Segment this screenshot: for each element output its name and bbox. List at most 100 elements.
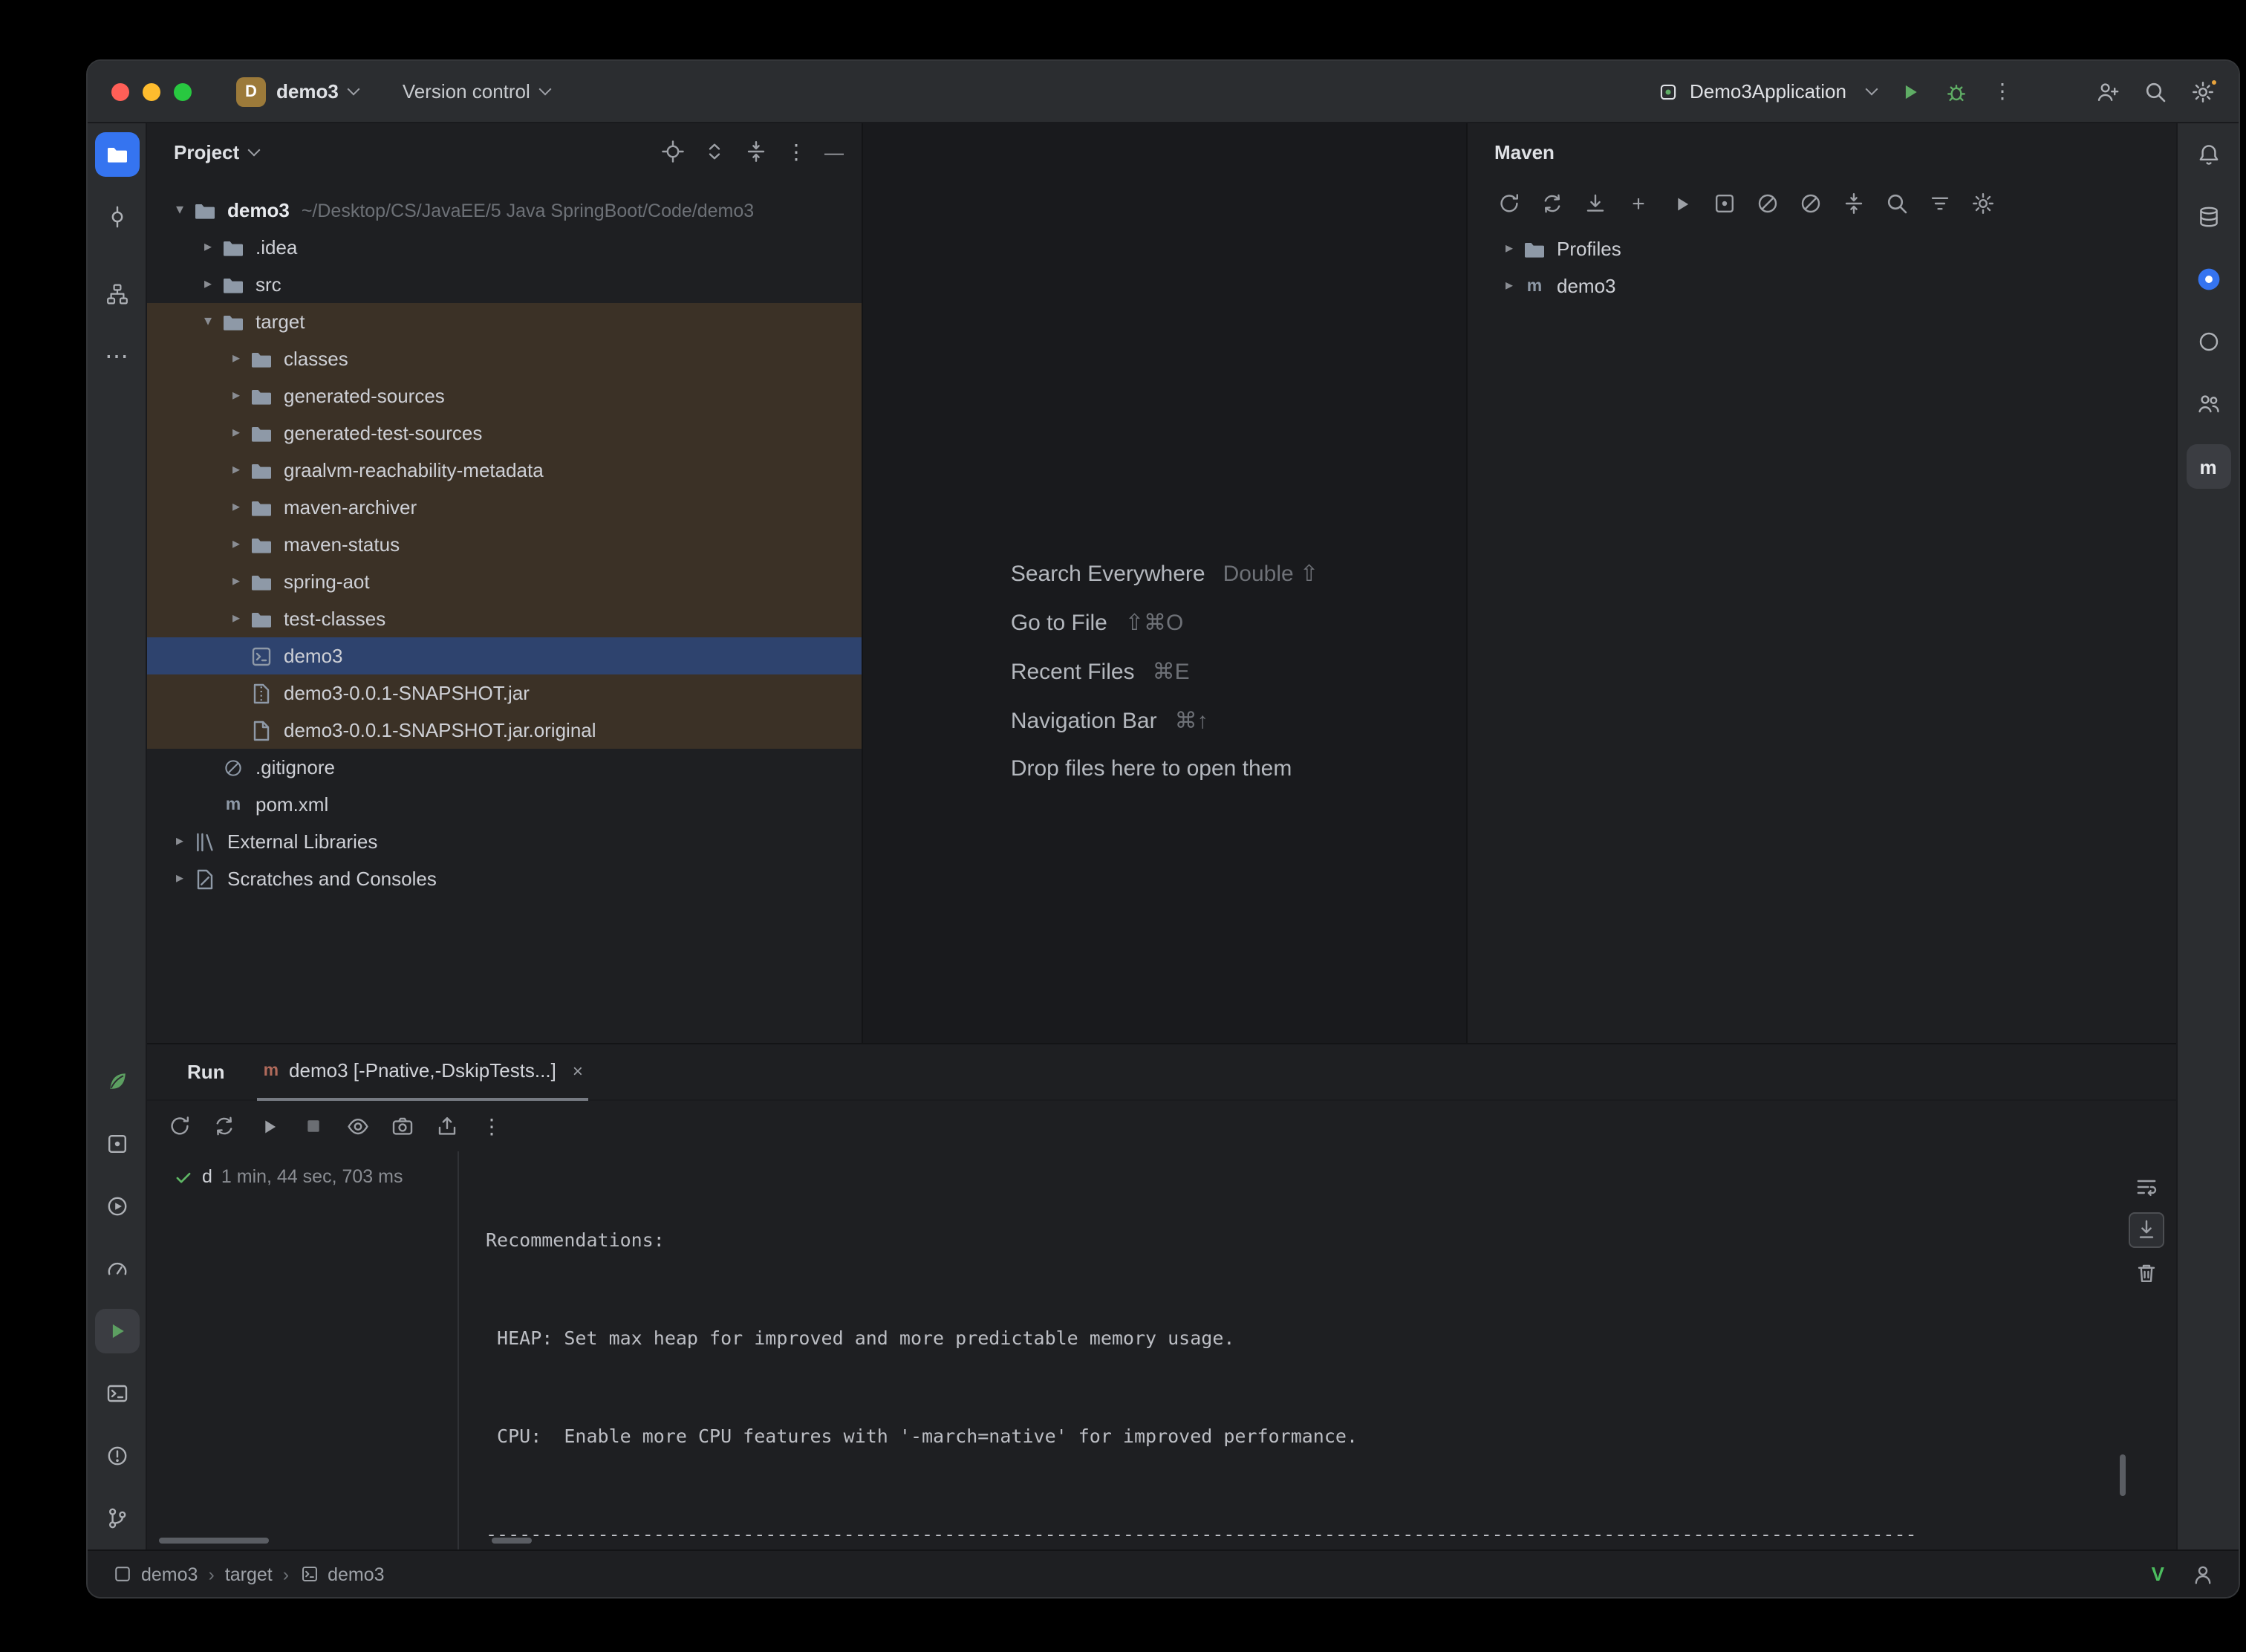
chevron-closed-icon[interactable]: ▸ [168, 871, 192, 887]
tree-item-root[interactable]: ▾ demo3 ~/Desktop/CS/JavaEE/5 Java Sprin… [147, 192, 862, 229]
watch-output-icon[interactable] [340, 1108, 376, 1144]
more-toolwindows-icon[interactable]: ⋯ [94, 334, 139, 379]
chevron-closed-icon[interactable]: ▸ [196, 276, 220, 293]
collapse-all-icon[interactable] [1836, 186, 1872, 221]
database-icon[interactable] [2186, 195, 2230, 239]
soft-wrap-icon[interactable] [2129, 1169, 2164, 1205]
download-sources-icon[interactable] [1578, 186, 1613, 221]
settings-button[interactable] [2191, 77, 2219, 103]
chevron-closed-icon[interactable]: ▸ [224, 462, 248, 478]
ai-assistant-icon[interactable] [2186, 257, 2230, 302]
chevron-closed-icon[interactable]: ▸ [1497, 241, 1521, 257]
tree-item-src[interactable]: ▸ src [147, 266, 862, 303]
chevron-open-icon[interactable]: ▾ [196, 313, 220, 330]
project-panel-title[interactable]: Project [174, 140, 239, 163]
user-status-icon[interactable] [2191, 1562, 2215, 1586]
maven-item-demo3[interactable]: ▸ m demo3 [1468, 267, 2176, 305]
horizontal-scrollbar[interactable] [492, 1538, 532, 1544]
clear-console-icon[interactable] [2129, 1255, 2164, 1291]
run-button[interactable] [1900, 81, 1921, 102]
tree-item-gitignore[interactable]: .gitignore [147, 749, 862, 786]
tree-item-scratches[interactable]: ▸ Scratches and Consoles [147, 860, 862, 897]
project-name-menu[interactable]: demo3 [276, 80, 339, 103]
horizontal-scrollbar[interactable] [159, 1538, 269, 1544]
tree-item-pom-xml[interactable]: m pom.xml [147, 786, 862, 823]
run-toolwindow-icon[interactable] [94, 1309, 139, 1353]
commit-icon[interactable] [94, 195, 139, 239]
tree-item-graalvm-reachability-metadata[interactable]: ▸ graalvm-reachability-metadata [147, 452, 862, 489]
rerun-icon[interactable] [162, 1108, 198, 1144]
build-icon[interactable] [1707, 186, 1742, 221]
generate-sources-icon[interactable] [1534, 186, 1570, 221]
tree-item-spring-aot[interactable]: ▸ spring-aot [147, 563, 862, 600]
chevron-closed-icon[interactable]: ▸ [224, 388, 248, 404]
services-toolwindow-icon[interactable] [94, 1184, 139, 1229]
run-console[interactable]: Recommendations: HEAP: Set max heap for … [459, 1151, 2176, 1549]
stop-icon[interactable] [296, 1108, 331, 1144]
execute-maven-goal-icon[interactable] [1664, 186, 1699, 221]
search-icon[interactable] [1879, 186, 1915, 221]
tree-item-maven-archiver[interactable]: ▸ maven-archiver [147, 489, 862, 526]
chevron-open-icon[interactable]: ▾ [168, 202, 192, 218]
tree-item-idea[interactable]: ▸ .idea [147, 229, 862, 266]
problems-toolwindow-icon[interactable] [94, 1434, 139, 1478]
resume-icon[interactable] [251, 1108, 287, 1144]
skip-tests-icon[interactable] [1793, 186, 1829, 221]
expand-collapse-icon[interactable] [703, 140, 726, 163]
breadcrumb-file[interactable]: demo3 [299, 1564, 385, 1584]
terminal-toolwindow-icon[interactable] [94, 1371, 139, 1416]
tree-item-test-classes[interactable]: ▸ test-classes [147, 600, 862, 637]
dependencies-icon[interactable] [2186, 382, 2230, 426]
run-panel-title[interactable]: Run [187, 1061, 225, 1083]
profiles-filter-icon[interactable] [1922, 186, 1958, 221]
chevron-closed-icon[interactable]: ▸ [224, 351, 248, 367]
panel-options-icon[interactable]: ⋮ [786, 139, 807, 164]
chevron-closed-icon[interactable]: ▸ [196, 239, 220, 256]
breadcrumb-target[interactable]: target [225, 1564, 273, 1584]
tree-item-target[interactable]: ▾ target [147, 303, 862, 340]
maven-toolwindow-icon[interactable]: m [2186, 444, 2230, 489]
debug-button[interactable] [1944, 79, 1968, 103]
rerun-with-profile-icon[interactable] [206, 1108, 242, 1144]
export-icon[interactable] [429, 1108, 465, 1144]
toggle-offline-mode-icon[interactable] [1750, 186, 1786, 221]
add-maven-project-icon[interactable]: + [1621, 186, 1656, 221]
reload-maven-projects-icon[interactable] [1491, 186, 1527, 221]
chevron-closed-icon[interactable]: ▸ [224, 611, 248, 627]
maven-settings-icon[interactable] [1965, 186, 2001, 221]
more-actions-button[interactable]: ⋮ [1992, 79, 2013, 104]
chevron-closed-icon[interactable]: ▸ [224, 536, 248, 553]
close-tab-icon[interactable]: × [573, 1060, 583, 1081]
chevron-closed-icon[interactable]: ▸ [1497, 278, 1521, 294]
project-toolwindow-icon[interactable] [94, 132, 139, 177]
zoom-window-button[interactable] [174, 82, 192, 100]
chevron-closed-icon[interactable]: ▸ [168, 833, 192, 850]
gradle-icon[interactable] [2186, 319, 2230, 364]
search-everywhere-button[interactable] [2144, 79, 2167, 103]
vcs-menu[interactable]: Version control [403, 80, 552, 103]
tree-item-generated-sources[interactable]: ▸ generated-sources [147, 377, 862, 414]
tree-item-generated-test-sources[interactable]: ▸ generated-test-sources [147, 414, 862, 452]
tree-item-snapshot-jar[interactable]: demo3-0.0.1-SNAPSHOT.jar [147, 674, 862, 712]
tree-item-demo3-executable[interactable]: demo3 [147, 637, 862, 674]
tree-item-maven-status[interactable]: ▸ maven-status [147, 526, 862, 563]
spring-toolwindow-icon[interactable] [94, 1059, 139, 1104]
structure-icon[interactable] [94, 272, 139, 316]
minimize-window-button[interactable] [143, 82, 160, 100]
notifications-bell-icon[interactable] [2186, 132, 2230, 177]
hide-panel-icon[interactable]: — [824, 140, 844, 163]
git-toolwindow-icon[interactable] [94, 1496, 139, 1541]
scroll-to-end-icon[interactable] [2129, 1212, 2164, 1248]
tree-item-external-libraries[interactable]: ▸ External Libraries [147, 823, 862, 860]
run-result-node[interactable]: d 1 min, 44 sec, 703 ms [147, 1166, 458, 1187]
code-with-me-button[interactable] [2096, 79, 2120, 103]
chevron-closed-icon[interactable]: ▸ [224, 425, 248, 441]
chevron-closed-icon[interactable]: ▸ [224, 499, 248, 516]
collapse-all-icon[interactable] [744, 140, 768, 163]
locate-file-icon[interactable] [661, 140, 685, 163]
vertical-scrollbar[interactable] [2120, 1454, 2126, 1496]
chevron-closed-icon[interactable]: ▸ [224, 573, 248, 590]
tree-item-snapshot-jar-original[interactable]: demo3-0.0.1-SNAPSHOT.jar.original [147, 712, 862, 749]
editor-area[interactable]: Search Everywhere Double ⇧ Go to File ⇧⌘… [863, 123, 1466, 1043]
tree-item-classes[interactable]: ▸ classes [147, 340, 862, 377]
